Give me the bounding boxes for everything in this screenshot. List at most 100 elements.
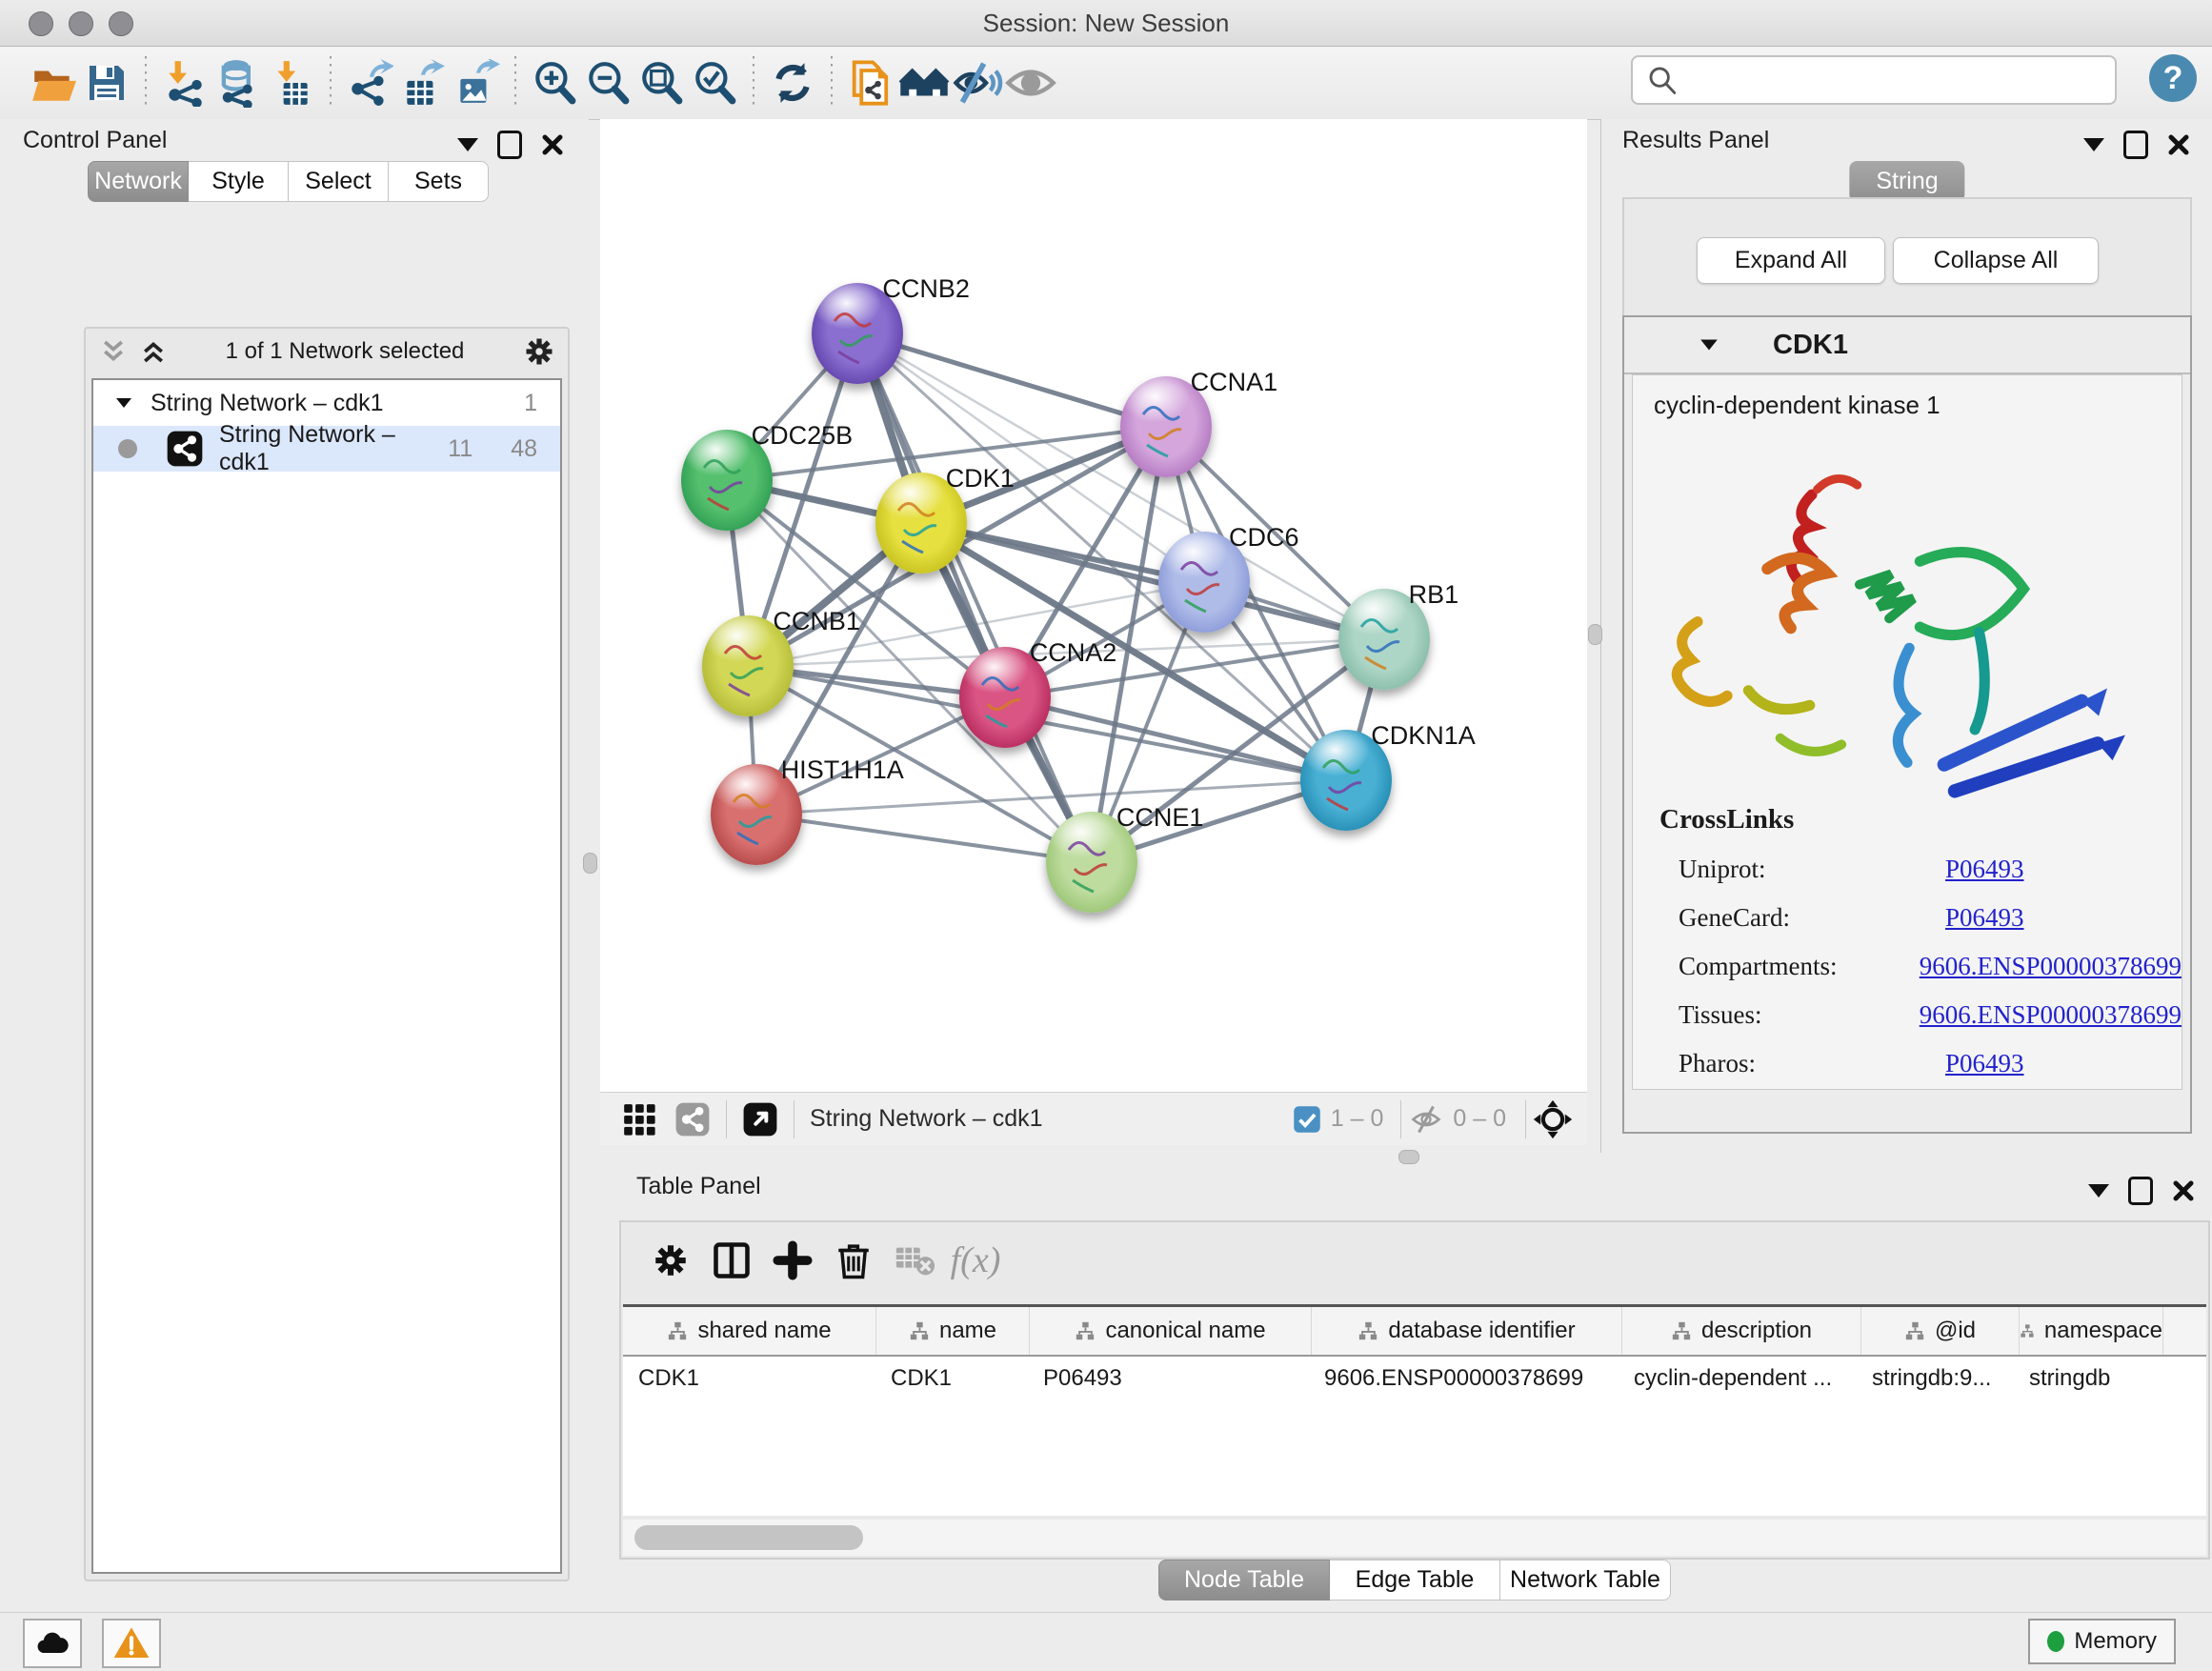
hide-glass-button[interactable] <box>951 56 1004 110</box>
results-panel-close-icon[interactable] <box>2167 133 2190 156</box>
table-cell[interactable]: 9606.ENSP00000378699 <box>1309 1365 1619 1392</box>
right-splitter-handle[interactable] <box>1588 624 1602 645</box>
table-horizontal-scrollbar[interactable] <box>623 1520 2206 1556</box>
import-network-file-button[interactable] <box>158 56 211 110</box>
export-image-button[interactable] <box>450 56 503 110</box>
column-header-description[interactable]: description <box>1622 1307 1861 1355</box>
memory-button[interactable]: Memory <box>2028 1619 2176 1664</box>
bottom-splitter-handle[interactable] <box>1398 1150 1419 1164</box>
cloud-status-button[interactable] <box>23 1619 82 1668</box>
search-input[interactable] <box>1686 60 2115 100</box>
table-panel-menu-icon[interactable] <box>2088 1184 2109 1198</box>
tab-style[interactable]: Style <box>189 161 289 202</box>
export-network-button[interactable] <box>343 56 396 110</box>
network-view-toolbar: String Network – cdk1 1 – 0 0 – 0 <box>600 1092 1587 1145</box>
column-sort-icon <box>909 1320 930 1341</box>
crosslink-row: GeneCard:P06493 <box>1633 903 2182 933</box>
entry-collapse-icon[interactable] <box>1699 334 1719 355</box>
control-panel-menu-icon[interactable] <box>457 138 478 151</box>
table-cell[interactable]: CDK1 <box>875 1365 1028 1392</box>
column-header-canonical-name[interactable]: canonical name <box>1030 1307 1312 1355</box>
tab-network[interactable]: Network <box>88 161 189 202</box>
string-home-button[interactable] <box>897 56 951 110</box>
apply-layout-button[interactable] <box>766 56 819 110</box>
import-table-button[interactable] <box>265 56 318 110</box>
crosslinks-title: CrossLinks <box>1633 804 2182 836</box>
table-cell[interactable]: stringdb:9... <box>1857 1365 2014 1392</box>
zoom-in-button[interactable] <box>528 56 581 110</box>
edge-HIST1H1A-CCNE1[interactable] <box>756 815 1092 862</box>
collection-expand-icon[interactable] <box>114 393 133 413</box>
network-options-gear-icon[interactable] <box>522 334 556 369</box>
node-result-header[interactable]: CDK1 <box>1624 317 2190 374</box>
results-panel-menu-icon[interactable] <box>2083 138 2104 151</box>
table-cell[interactable]: P06493 <box>1028 1365 1309 1392</box>
expand-all-button[interactable]: Expand All <box>1697 237 1885 284</box>
control-panel-float-icon[interactable] <box>497 131 522 159</box>
protein-structure-image <box>1640 426 2174 807</box>
zoom-selected-button[interactable] <box>688 56 741 110</box>
column-header-label: description <box>1701 1318 1812 1344</box>
node-result-card: CDK1 cyclin-dependent kinase 1 <box>1622 315 2192 1134</box>
collection-name: String Network – cdk1 <box>151 390 524 417</box>
birdseye-view-icon[interactable] <box>742 1101 778 1137</box>
table-row[interactable]: CDK1CDK1P064939606.ENSP00000378699cyclin… <box>623 1357 2206 1400</box>
tab-node-table[interactable]: Node Table <box>1158 1560 1330 1601</box>
column-header-database-identifier[interactable]: database identifier <box>1312 1307 1622 1355</box>
column-header-namespace[interactable]: namespace <box>2020 1307 2163 1355</box>
tab-network-table[interactable]: Network Table <box>1500 1560 1671 1601</box>
warnings-button[interactable] <box>102 1619 161 1668</box>
import-network-database-button[interactable] <box>211 56 265 110</box>
control-panel-close-icon[interactable] <box>541 133 564 156</box>
save-session-button[interactable] <box>80 56 133 110</box>
table-panel-close-icon[interactable] <box>2172 1179 2195 1202</box>
network-collection-row[interactable]: String Network – cdk1 1 <box>93 380 560 426</box>
column-header-label: canonical name <box>1105 1318 1265 1344</box>
show-glass-button[interactable] <box>1004 56 1057 110</box>
crosslink-row: Pharos:P06493 <box>1633 1049 2182 1078</box>
hidden-eye-icon[interactable] <box>1409 1102 1443 1137</box>
create-column-button[interactable] <box>762 1234 823 1287</box>
show-columns-button[interactable] <box>701 1234 762 1287</box>
crosslink-link[interactable]: P06493 <box>1945 903 2024 933</box>
table-settings-button[interactable] <box>640 1234 701 1287</box>
table-cell[interactable]: CDK1 <box>623 1365 875 1392</box>
string-view-icon[interactable] <box>674 1101 711 1137</box>
crosslink-link[interactable]: P06493 <box>1945 1049 2024 1078</box>
table-cell[interactable]: cyclin-dependent ... <box>1619 1365 1857 1392</box>
navigate-crosshair-icon[interactable] <box>1532 1098 1574 1140</box>
zoom-out-button[interactable] <box>581 56 634 110</box>
network-row[interactable]: String Network – cdk1 11 48 <box>93 426 560 472</box>
column-header-@id[interactable]: @id <box>1861 1307 2020 1355</box>
scrollbar-thumb[interactable] <box>634 1525 863 1550</box>
table-cell[interactable]: stringdb <box>2014 1365 2157 1392</box>
tab-select[interactable]: Select <box>289 161 389 202</box>
expand-all-icon[interactable] <box>139 337 168 366</box>
crosslink-link[interactable]: P06493 <box>1945 855 2024 884</box>
collapse-all-icon[interactable] <box>99 337 128 366</box>
delete-column-button[interactable] <box>823 1234 884 1287</box>
grid-view-icon[interactable] <box>621 1101 657 1137</box>
network-canvas[interactable]: CCNB2CCNA1CDC25BCDK1CDC6RB1CCNB1CCNA2CDK… <box>600 119 1587 1093</box>
left-splitter-handle[interactable] <box>583 853 597 874</box>
help-button[interactable]: ? <box>2149 54 2197 102</box>
export-table-button[interactable] <box>396 56 450 110</box>
clone-network-button[interactable] <box>844 56 897 110</box>
results-tab-string[interactable]: String <box>1849 161 1964 202</box>
table-panel-float-icon[interactable] <box>2128 1177 2153 1205</box>
results-panel-float-icon[interactable] <box>2123 131 2148 159</box>
zoom-fit-icon <box>637 59 685 107</box>
column-header-name[interactable]: name <box>876 1307 1030 1355</box>
crosslink-label: GeneCard: <box>1633 903 1945 933</box>
crosslink-link[interactable]: 9606.ENSP00000378699 <box>1920 1000 2182 1030</box>
results-panel: Results Panel String Expand All Collapse… <box>1600 119 2212 1153</box>
column-header-shared-name[interactable]: shared name <box>623 1307 876 1355</box>
tab-sets[interactable]: Sets <box>389 161 489 202</box>
selected-checkbox-icon[interactable] <box>1293 1105 1321 1134</box>
tab-edge-table[interactable]: Edge Table <box>1330 1560 1500 1601</box>
crosslink-link[interactable]: 9606.ENSP00000378699 <box>1920 952 2182 981</box>
open-session-button[interactable] <box>27 56 80 110</box>
collapse-all-button[interactable]: Collapse All <box>1893 237 2099 284</box>
zoom-fit-button[interactable] <box>634 56 688 110</box>
network-node-count: 11 <box>448 435 473 463</box>
